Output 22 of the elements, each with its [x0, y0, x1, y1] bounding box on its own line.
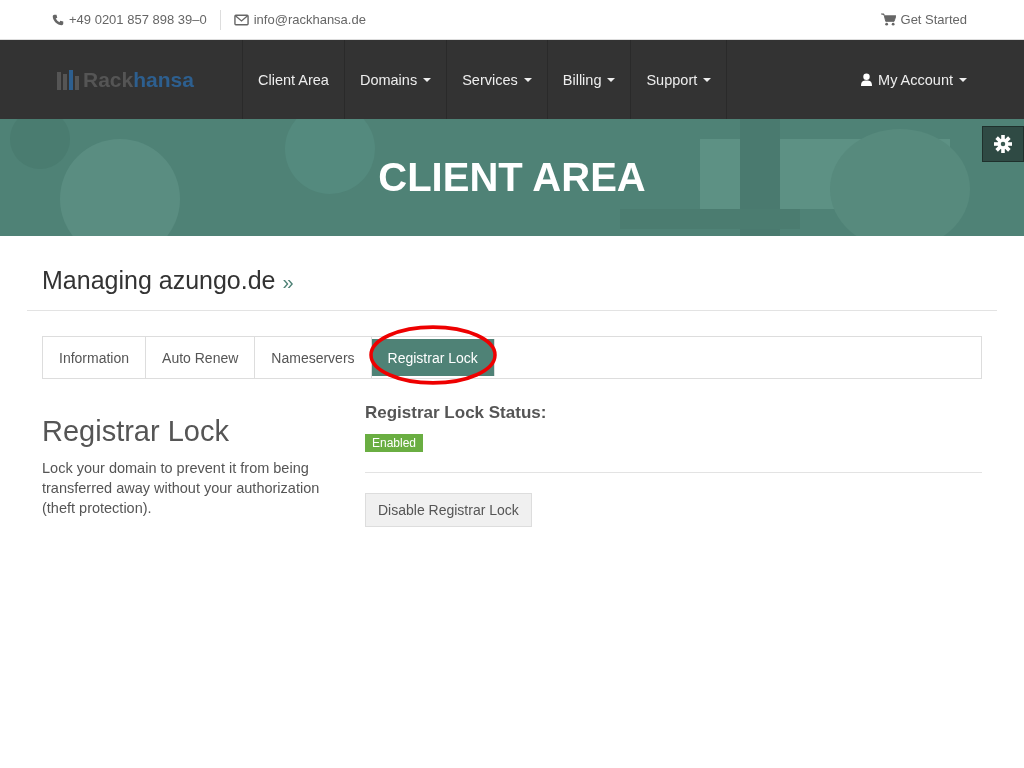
envelope-icon [233, 13, 249, 26]
tab[interactable]: Information [43, 337, 147, 378]
breadcrumb-link[interactable]: » [282, 271, 294, 293]
phone-icon [52, 13, 64, 26]
disable-lock-button[interactable]: Disable Registrar Lock [365, 493, 532, 527]
email-link[interactable]: info@rackhansa.de [253, 12, 366, 27]
section-title: Registrar Lock [42, 415, 230, 448]
account-menu[interactable]: My Account [861, 40, 967, 119]
page-title: Managing azungo.de [42, 266, 276, 294]
section-description: Lock your domain to prevent it from being transferred away without your authorization (theft protection). [42, 459, 321, 518]
settings-button[interactable] [982, 126, 1024, 162]
tab[interactable]: Nameservers [255, 337, 372, 378]
gear-icon [994, 135, 1012, 153]
hero-title: CLIENT AREA [378, 155, 646, 200]
tab[interactable]: Registrar Lock [371, 339, 495, 376]
get-started-link[interactable]: Get Started [900, 12, 967, 27]
phone-number: +49 0201 857 898 39–0 [69, 12, 207, 27]
status-badge: Enabled [365, 434, 424, 452]
status-heading: Registrar Lock Status: [365, 403, 548, 423]
user-icon [861, 73, 873, 86]
cart-icon [880, 13, 896, 26]
tab[interactable]: Auto Renew [146, 337, 256, 378]
